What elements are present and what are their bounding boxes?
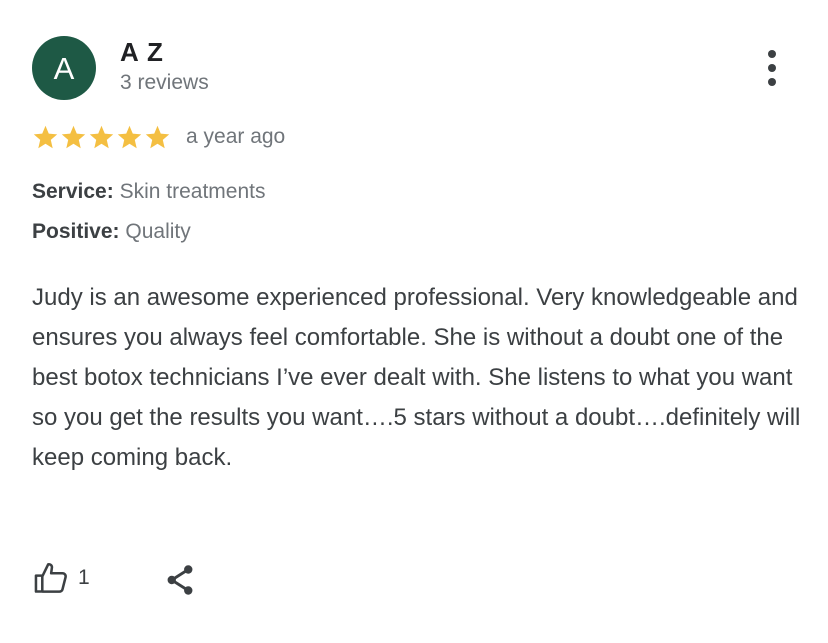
more-options-button[interactable] — [752, 44, 792, 92]
avatar-initial: A — [53, 50, 75, 86]
avatar[interactable]: A — [32, 36, 96, 100]
service-attribute: Service: Skin treatments — [32, 180, 265, 204]
attribute-label: Service: — [32, 180, 114, 203]
star-icon — [117, 125, 142, 148]
thumb-up-icon — [34, 563, 67, 593]
star-icon — [61, 125, 86, 148]
attribute-value: Quality — [125, 220, 191, 243]
like-button[interactable]: 1 — [32, 558, 90, 598]
attribute-value: Skin treatments — [119, 180, 266, 203]
reviewer-name[interactable]: A Z — [120, 37, 164, 68]
star-icon — [145, 125, 170, 148]
star-rating — [32, 124, 171, 151]
review-date: a year ago — [186, 125, 286, 148]
star-icon — [89, 125, 114, 148]
more-vert-icon-dot — [768, 78, 776, 86]
like-count: 1 — [78, 566, 90, 589]
star-icon — [33, 125, 58, 148]
share-icon — [167, 565, 193, 595]
attribute-label: Positive: — [32, 220, 120, 243]
more-vert-icon — [768, 50, 776, 58]
positive-attribute: Positive: Quality — [32, 220, 191, 244]
more-vert-icon-dot — [768, 64, 776, 72]
rating-row: a year ago — [32, 122, 285, 152]
reviewer-review-count[interactable]: 3 reviews — [120, 71, 209, 95]
review-text: Judy is an awesome experienced professio… — [32, 284, 801, 471]
share-button[interactable] — [160, 560, 200, 600]
